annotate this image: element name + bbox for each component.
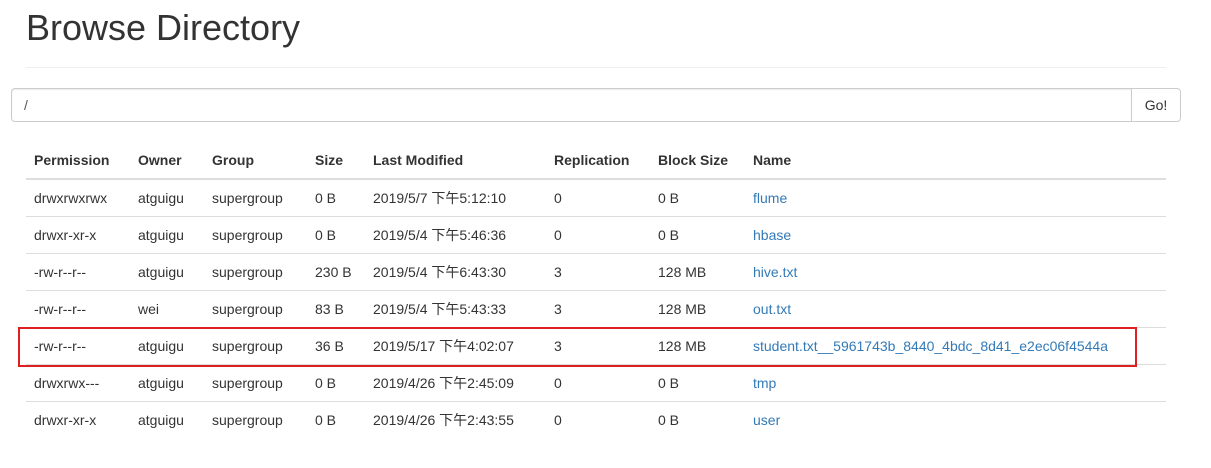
table-row: -rw-r--r-- atguigu supergroup 230 B 2019…: [26, 253, 1166, 291]
cell-group: supergroup: [204, 327, 307, 365]
cell-permission: drwxr-xr-x: [26, 216, 130, 254]
header-group[interactable]: Group: [204, 141, 307, 180]
cell-owner: atguigu: [130, 364, 204, 402]
table-row: drwxrwxrwx atguigu supergroup 0 B 2019/5…: [26, 179, 1166, 217]
directory-table: Permission Owner Group Size Last Modifie…: [26, 141, 1166, 438]
cell-owner: atguigu: [130, 401, 204, 438]
name-link[interactable]: tmp: [753, 375, 776, 391]
cell-replication: 3: [546, 327, 650, 365]
header-permission[interactable]: Permission: [26, 141, 130, 180]
cell-size: 0 B: [315, 190, 337, 206]
cell-replication: 0: [546, 364, 650, 402]
cell-size: 0 B: [307, 401, 365, 438]
name-link[interactable]: student.txt__5961743b_8440_4bdc_8d41_e2e…: [753, 338, 1108, 354]
cell-group: supergroup: [212, 190, 283, 206]
cell-replication: 3: [546, 290, 650, 328]
cell-name: flume: [745, 179, 1166, 217]
cell-last-modified: 2019/5/7 下午5:12:10: [373, 190, 507, 206]
table-row: drwxr-xr-x atguigu supergroup 0 B 2019/4…: [26, 401, 1166, 438]
cell-permission: drwxrwxrwx: [34, 190, 108, 206]
cell-last-modified: 2019/4/26 下午2:43:55: [365, 401, 546, 438]
name-link[interactable]: hive.txt: [753, 264, 797, 280]
header-replication[interactable]: Replication: [546, 141, 650, 180]
cell-block-size: 128 MB: [650, 290, 745, 328]
table-body: drwxrwxrwx atguigu supergroup 0 B 2019/5…: [26, 179, 1166, 438]
cell-last-modified: 2019/5/4 下午6:43:30: [365, 253, 546, 291]
cell-size: 83 B: [307, 290, 365, 328]
cell-permission: -rw-r--r--: [26, 290, 130, 328]
cell-name: hbase: [745, 216, 1166, 254]
cell-block-size: 0 B: [650, 364, 745, 402]
cell-permission: drwxr-xr-x: [26, 401, 130, 438]
cell-replication: 0: [546, 216, 650, 254]
cell-name: out.txt: [745, 290, 1166, 328]
table-row: drwxrwx--- atguigu supergroup 0 B 2019/4…: [26, 364, 1166, 402]
cell-owner: wei: [130, 290, 204, 328]
cell-block-size: 0 B: [650, 401, 745, 438]
cell-replication: 3: [546, 253, 650, 291]
cell-permission: -rw-r--r--: [26, 327, 130, 365]
cell-last-modified: 2019/5/17 下午4:02:07: [365, 327, 546, 365]
table-header: Permission Owner Group Size Last Modifie…: [26, 141, 1166, 180]
path-bar: Go!: [11, 88, 1181, 122]
header-block-size[interactable]: Block Size: [650, 141, 745, 180]
header-size[interactable]: Size: [307, 141, 365, 180]
cell-group: supergroup: [204, 364, 307, 402]
cell-permission: -rw-r--r--: [26, 253, 130, 291]
cell-group: supergroup: [204, 290, 307, 328]
cell-owner: atguigu: [130, 327, 204, 365]
cell-name: hive.txt: [745, 253, 1166, 291]
cell-group: supergroup: [204, 253, 307, 291]
table-row-highlighted: -rw-r--r-- atguigu supergroup 36 B 2019/…: [26, 327, 1166, 365]
cell-group: supergroup: [204, 401, 307, 438]
cell-size: 230 B: [307, 253, 365, 291]
name-link[interactable]: user: [753, 412, 780, 428]
cell-name: tmp: [745, 364, 1166, 402]
cell-replication: 0: [554, 190, 562, 206]
cell-last-modified: 2019/5/4 下午5:43:33: [365, 290, 546, 328]
table-row: -rw-r--r-- wei supergroup 83 B 2019/5/4 …: [26, 290, 1166, 328]
cell-size: 0 B: [307, 364, 365, 402]
cell-block-size: 0 B: [658, 190, 680, 206]
cell-owner: atguigu: [130, 216, 204, 254]
table-row: drwxr-xr-x atguigu supergroup 0 B 2019/5…: [26, 216, 1166, 254]
path-input[interactable]: [11, 88, 1131, 122]
header-last-modified[interactable]: Last Modified: [365, 141, 546, 180]
header-name[interactable]: Name: [745, 141, 1166, 180]
cell-block-size: 128 MB: [650, 327, 745, 365]
page-title: Browse Directory: [26, 7, 301, 48]
cell-block-size: 0 B: [650, 216, 745, 254]
title-divider: [26, 67, 1166, 68]
cell-name: user: [745, 401, 1166, 438]
cell-replication: 0: [546, 401, 650, 438]
go-button[interactable]: Go!: [1131, 88, 1181, 122]
cell-size: 36 B: [307, 327, 365, 365]
cell-last-modified: 2019/4/26 下午2:45:09: [365, 364, 546, 402]
header-row: Permission Owner Group Size Last Modifie…: [26, 141, 1166, 180]
name-link[interactable]: hbase: [753, 227, 791, 243]
cell-group: supergroup: [204, 216, 307, 254]
name-link[interactable]: out.txt: [753, 301, 791, 317]
header-owner[interactable]: Owner: [130, 141, 204, 180]
cell-last-modified: 2019/5/4 下午5:46:36: [365, 216, 546, 254]
cell-size: 0 B: [307, 216, 365, 254]
browse-directory-page: Browse Directory Go! Permission Owner Gr…: [0, 0, 1211, 468]
name-link[interactable]: flume: [753, 190, 787, 206]
cell-owner: atguigu: [138, 190, 184, 206]
cell-block-size: 128 MB: [650, 253, 745, 291]
cell-name: student.txt__5961743b_8440_4bdc_8d41_e2e…: [745, 327, 1166, 365]
cell-owner: atguigu: [130, 253, 204, 291]
cell-permission: drwxrwx---: [26, 364, 130, 402]
